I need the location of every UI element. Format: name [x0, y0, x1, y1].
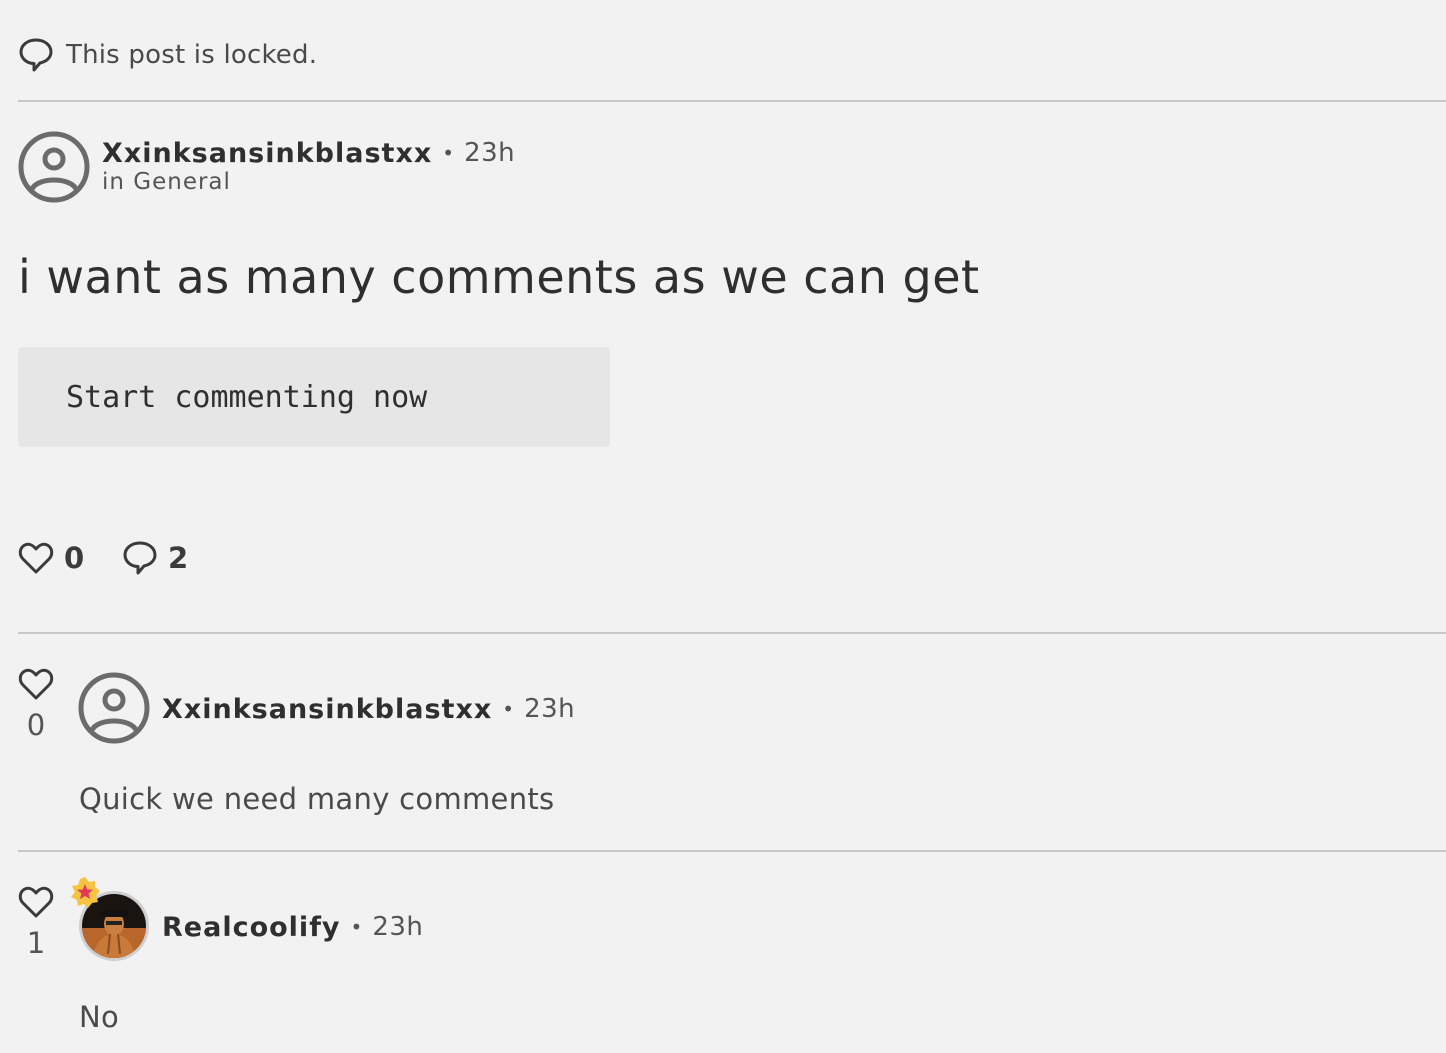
- comment-body: Quick we need many comments: [79, 782, 555, 816]
- comment-meta: Realcoolify • 23h: [162, 908, 423, 946]
- divider: [18, 632, 1446, 634]
- default-user-icon: [78, 672, 150, 744]
- post-author-name[interactable]: Xxinksansinkblastxx: [102, 138, 432, 169]
- comment-meta: Xxinksansinkblastxx • 23h: [162, 690, 575, 728]
- heart-icon: [18, 886, 54, 918]
- comment-author-avatar[interactable]: [78, 672, 150, 748]
- comment-like-count: 0: [26, 708, 46, 742]
- comment-bubble-icon: [18, 37, 54, 73]
- comment-time: 23h: [372, 912, 424, 942]
- comment-author-name[interactable]: Xxinksansinkblastxx: [162, 694, 492, 725]
- post-category[interactable]: in General: [102, 169, 231, 195]
- locked-notice: This post is locked.: [18, 36, 317, 74]
- heart-icon: [18, 668, 54, 700]
- meta-separator: •: [350, 915, 363, 939]
- post-author-avatar[interactable]: [18, 131, 90, 207]
- divider: [18, 850, 1446, 852]
- post-like-count: 0: [64, 541, 85, 575]
- comment-time: 23h: [524, 694, 576, 724]
- code-block: Start commenting now: [18, 347, 610, 447]
- star-badge-icon: [68, 876, 102, 914]
- locked-text: This post is locked.: [66, 40, 318, 70]
- heart-icon: [18, 542, 54, 574]
- default-user-icon: [18, 131, 90, 203]
- post-comment-button[interactable]: 2: [122, 538, 188, 578]
- code-text: Start commenting now: [66, 379, 428, 415]
- comment-like-count: 1: [26, 926, 46, 960]
- comment-body: No: [79, 1000, 120, 1034]
- comment-bubble-icon: [123, 541, 157, 575]
- comment-like-button[interactable]: [18, 885, 54, 923]
- meta-separator: •: [502, 697, 515, 721]
- post-comment-count: 2: [168, 541, 189, 575]
- post-meta: Xxinksansinkblastxx • 23h: [102, 134, 515, 172]
- post-time: 23h: [464, 138, 516, 168]
- divider: [18, 100, 1446, 102]
- comment-author-name[interactable]: Realcoolify: [162, 912, 341, 943]
- comment-like-button[interactable]: [18, 667, 54, 705]
- meta-separator: •: [442, 141, 455, 165]
- post-title: i want as many comments as we can get: [18, 250, 980, 304]
- post-like-button[interactable]: 0: [18, 538, 84, 578]
